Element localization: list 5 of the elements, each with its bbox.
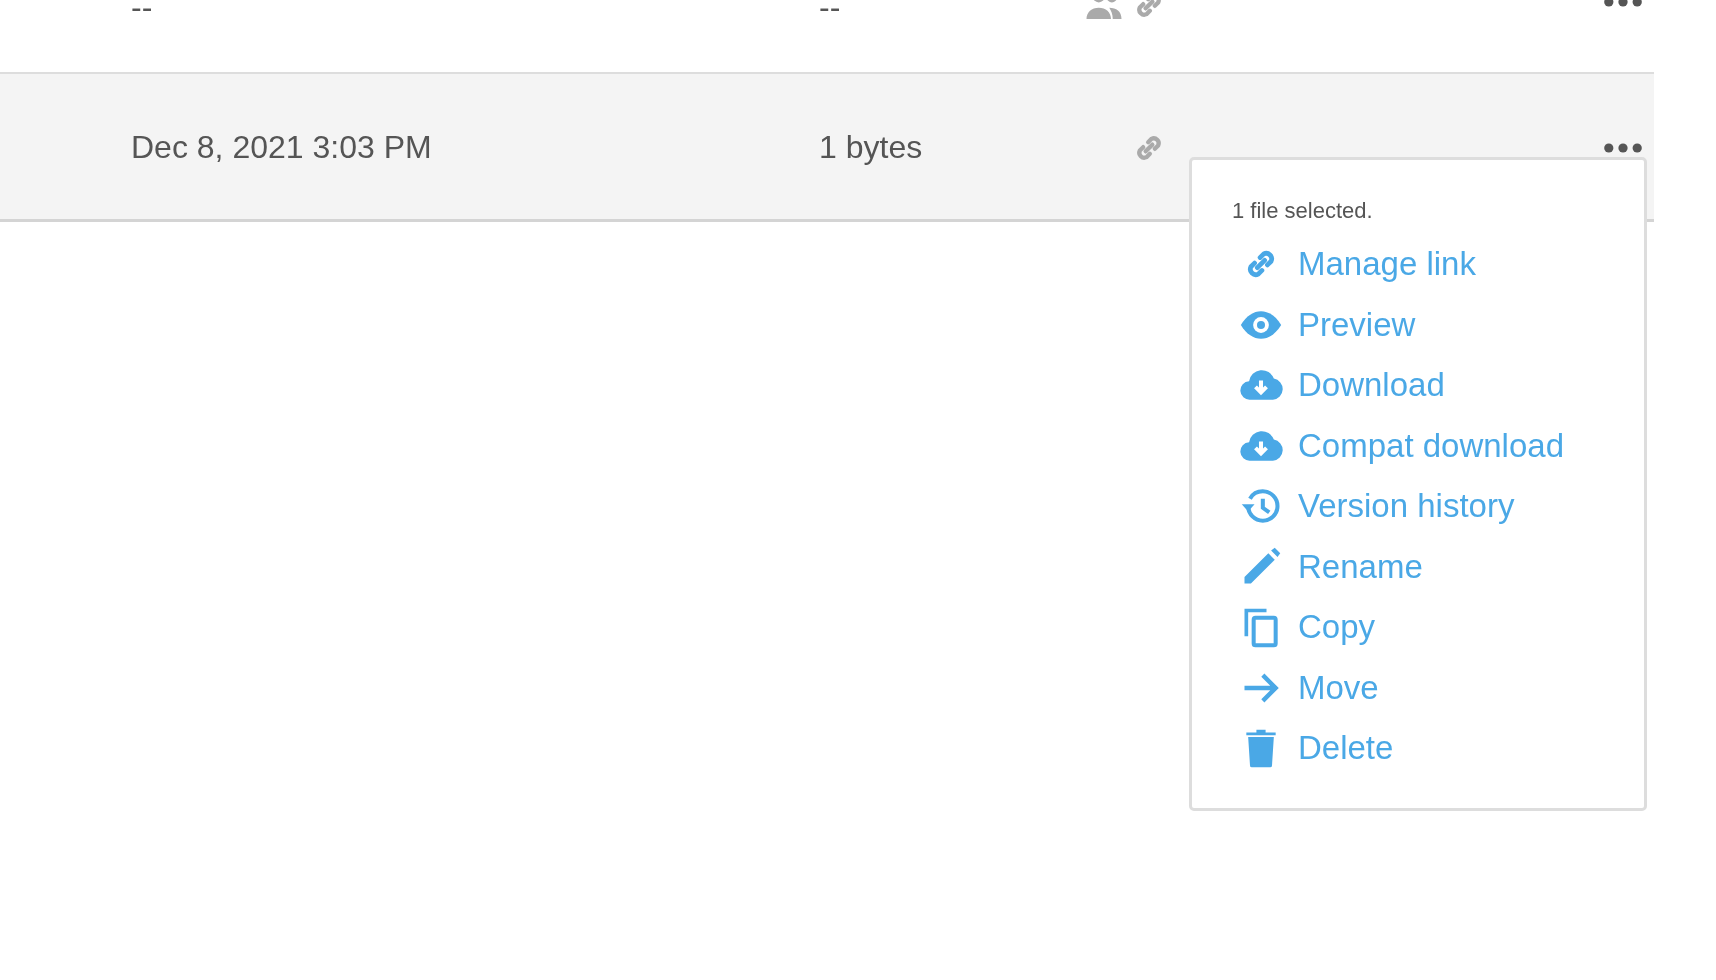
modified-date: --	[130, 0, 154, 23]
selection-count: 1 file selected.	[1232, 198, 1374, 224]
file-size: --	[818, 0, 842, 23]
file-size: 1 bytes	[818, 129, 924, 166]
modified-date: Dec 8, 2021 3:03 PM	[130, 129, 433, 166]
